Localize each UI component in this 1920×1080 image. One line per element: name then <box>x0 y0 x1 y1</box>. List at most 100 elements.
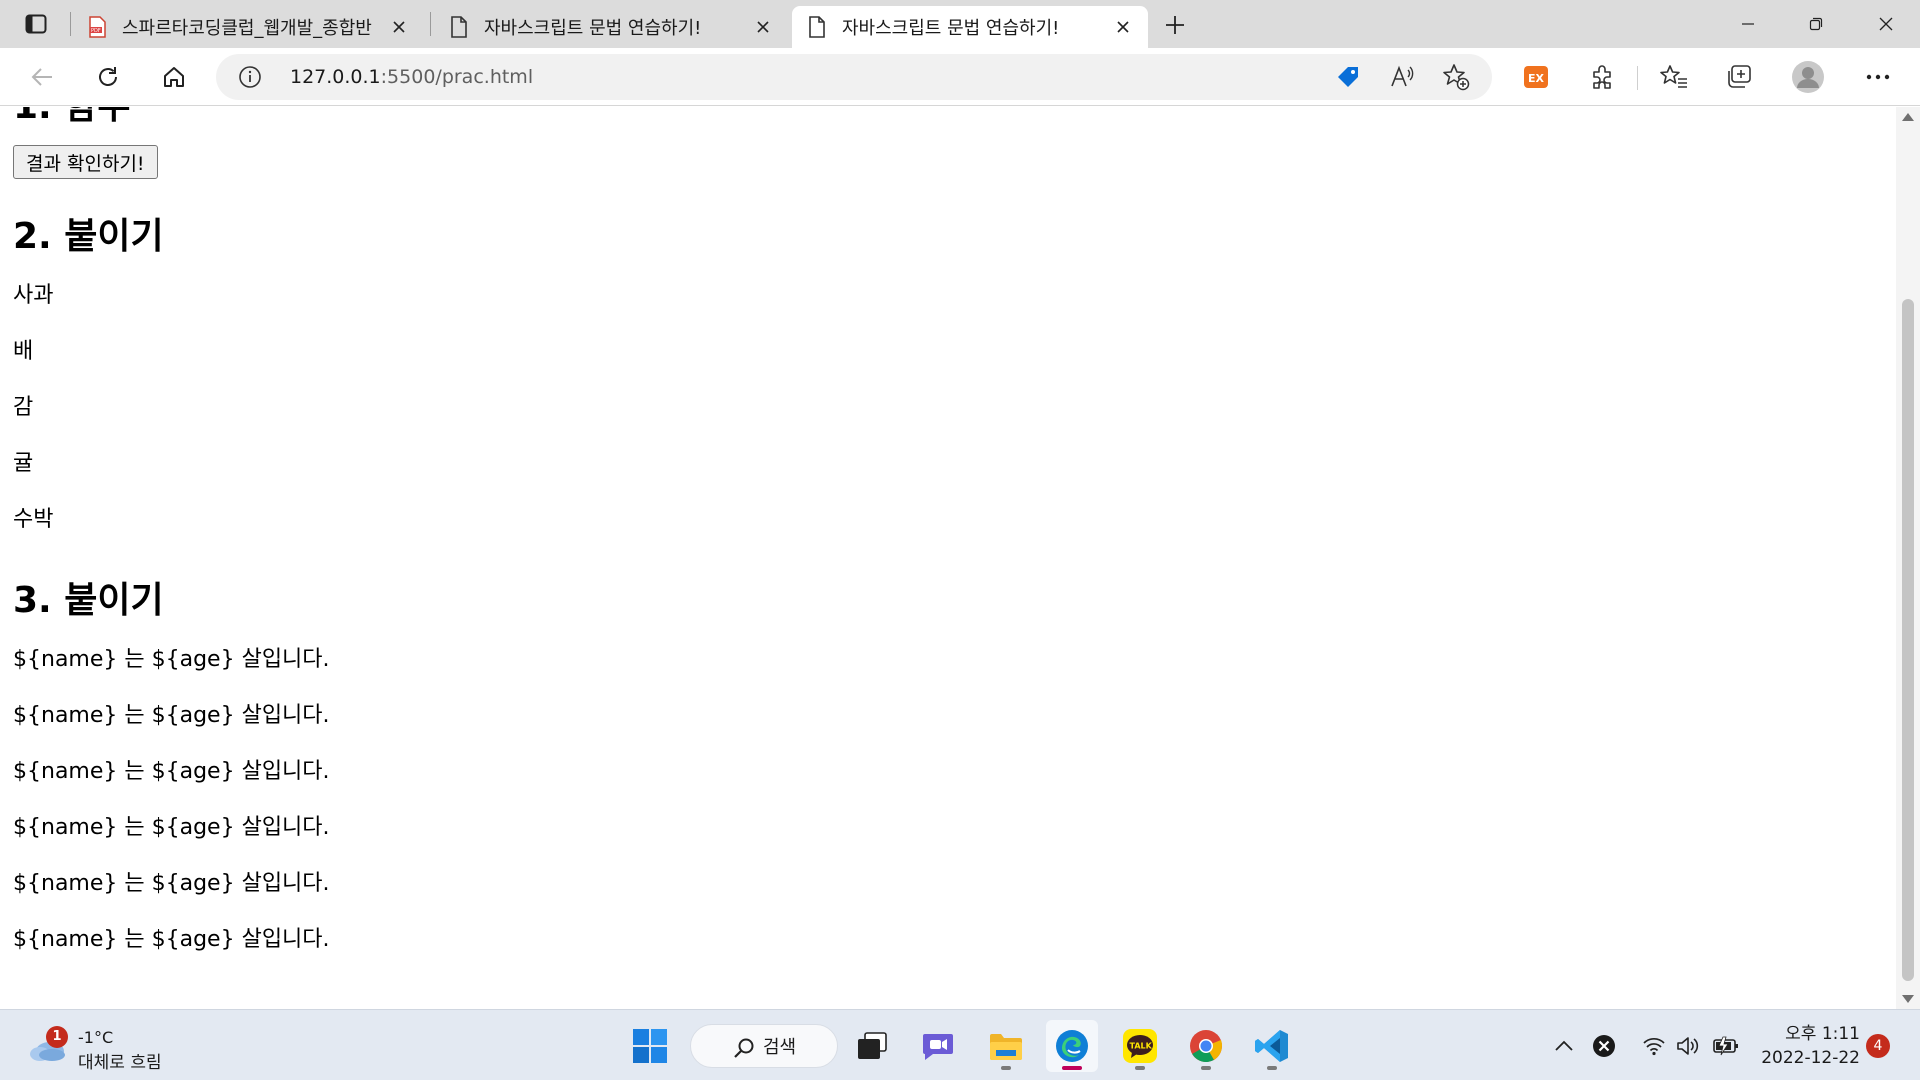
reload-button[interactable] <box>90 59 126 95</box>
kakaotalk-icon: TALK <box>1123 1029 1157 1063</box>
edge-icon <box>1056 1030 1088 1062</box>
vertical-scrollbar[interactable] <box>1896 107 1920 1009</box>
collections-button[interactable] <box>1722 59 1758 95</box>
svg-text:TALK: TALK <box>1130 1042 1153 1051</box>
close-icon[interactable] <box>1112 16 1134 38</box>
fruit-item: 사과 <box>13 283 54 308</box>
teams-chat-button[interactable] <box>912 1020 964 1072</box>
favorites-icon <box>1660 65 1687 88</box>
close-icon[interactable] <box>388 16 410 38</box>
chevron-up-icon <box>1555 1040 1573 1051</box>
windows-logo-icon <box>633 1029 667 1063</box>
scroll-down-arrow-icon[interactable] <box>1902 995 1914 1003</box>
tab-separator <box>70 12 71 36</box>
weather-description: 대체로 흐림 <box>78 1053 162 1073</box>
edge-browser-button[interactable] <box>1046 1020 1098 1072</box>
shopping-tag-button[interactable] <box>1334 63 1362 91</box>
svg-text:EX: EX <box>1528 72 1545 85</box>
url-host: 127.0.0.1 <box>290 66 381 88</box>
search-label: 검색 <box>763 1037 797 1058</box>
minimize-button[interactable] <box>1714 0 1782 48</box>
fruit-item: 수박 <box>13 507 54 532</box>
restore-button[interactable] <box>1782 0 1850 48</box>
close-icon[interactable] <box>752 16 774 38</box>
folder-icon <box>990 1034 1022 1060</box>
template-line: ${name} 는 ${age} 살입니다. <box>13 647 330 672</box>
page-icon <box>448 16 470 38</box>
url-text[interactable]: 127.0.0.1:5500/prac.html <box>290 66 533 88</box>
system-clock[interactable]: 오후 1:11 2022-12-22 <box>1752 1022 1860 1070</box>
more-icon <box>1866 74 1890 80</box>
template-line: ${name} 는 ${age} 살입니다. <box>13 703 330 728</box>
avatar-icon <box>1792 61 1824 93</box>
tab-separator <box>430 12 431 36</box>
profile-button[interactable] <box>1790 59 1826 95</box>
favorites-button[interactable] <box>1656 59 1692 95</box>
chrome-button[interactable] <box>1180 1020 1232 1072</box>
back-button[interactable] <box>24 59 60 95</box>
running-indicator <box>1201 1066 1211 1070</box>
star-add-icon <box>1443 64 1470 91</box>
tab-js-practice-1[interactable]: 자바스크립트 문법 연습하기! <box>434 6 788 48</box>
page-viewport: 1. 함수 결과 확인하기! 2. 붙이기 사과 배 감 귤 수박 3. 붙이기… <box>0 107 1896 1009</box>
info-icon[interactable] <box>238 65 262 89</box>
fruit-item: 귤 <box>13 451 34 476</box>
puzzle-icon <box>1593 65 1611 89</box>
close-window-button[interactable] <box>1852 0 1920 48</box>
add-favorite-button[interactable] <box>1442 63 1470 91</box>
close-icon <box>1879 17 1893 31</box>
heading-join-1: 2. 붙이기 <box>13 216 164 257</box>
running-indicator <box>1001 1066 1011 1070</box>
page-icon <box>806 16 828 38</box>
tab-strip: PDF 스파르타코딩클럽_웹개발_종합반 자바스크립트 문법 연습하기! 자바스… <box>0 0 1920 48</box>
taskbar-search[interactable]: 검색 <box>690 1024 838 1068</box>
weather-widget[interactable]: 1 -1°C 대체로 흐림 <box>26 1024 186 1073</box>
toolbar-divider <box>1637 66 1638 90</box>
home-button[interactable] <box>156 59 192 95</box>
task-view-button[interactable] <box>846 1020 898 1072</box>
address-bar[interactable]: 127.0.0.1:5500/prac.html <box>216 54 1492 100</box>
battery-charging-icon <box>1713 1036 1738 1056</box>
reload-icon <box>99 67 117 86</box>
running-indicator <box>1135 1066 1145 1070</box>
scroll-thumb[interactable] <box>1902 299 1914 981</box>
pdf-icon: PDF <box>86 16 108 38</box>
x-circle-icon <box>1593 1035 1615 1057</box>
settings-menu-button[interactable] <box>1860 59 1896 95</box>
result-check-button[interactable]: 결과 확인하기! <box>13 145 158 179</box>
weather-temperature: -1°C <box>78 1028 114 1047</box>
show-hidden-icons-button[interactable] <box>1550 1032 1578 1060</box>
task-view-icon <box>858 1032 887 1059</box>
chat-icon <box>923 1034 953 1060</box>
volume-button[interactable] <box>1674 1032 1702 1060</box>
battery-button[interactable] <box>1712 1032 1740 1060</box>
tray-app-button[interactable] <box>1590 1032 1618 1060</box>
price-tag-icon <box>1338 67 1358 87</box>
taskbar: 1 -1°C 대체로 흐림 검색 TALK 오후 1:11 2022-12-22… <box>0 1009 1920 1080</box>
vscode-icon <box>1255 1030 1288 1062</box>
tab-pdf[interactable]: PDF 스파르타코딩클럽_웹개발_종합반 <box>72 6 424 48</box>
file-explorer-button[interactable] <box>980 1020 1032 1072</box>
kakaotalk-button[interactable]: TALK <box>1114 1020 1166 1072</box>
extension-ex-button[interactable]: EX <box>1518 59 1554 95</box>
scroll-up-arrow-icon[interactable] <box>1902 113 1914 121</box>
extensions-button[interactable] <box>1584 59 1620 95</box>
tab-actions-button[interactable] <box>14 8 58 40</box>
fruit-item: 감 <box>13 395 34 420</box>
weather-alert-badge: 1 <box>46 1026 68 1048</box>
svg-text:PDF: PDF <box>91 28 101 34</box>
arrow-left-icon <box>31 68 52 86</box>
chrome-icon <box>1190 1030 1223 1063</box>
template-line: ${name} 는 ${age} 살입니다. <box>13 815 330 840</box>
browser-toolbar: 127.0.0.1:5500/prac.html EX <box>0 48 1920 106</box>
tab-js-practice-2[interactable]: 자바스크립트 문법 연습하기! <box>792 6 1148 48</box>
start-button[interactable] <box>624 1020 676 1072</box>
notification-badge[interactable]: 4 <box>1866 1034 1890 1058</box>
collections-icon <box>1728 65 1751 88</box>
vscode-button[interactable] <box>1246 1020 1298 1072</box>
new-tab-button[interactable] <box>1160 10 1190 40</box>
read-aloud-button[interactable] <box>1388 63 1416 91</box>
search-icon <box>734 1038 754 1058</box>
minimize-icon <box>1742 23 1754 25</box>
network-button[interactable] <box>1640 1032 1668 1060</box>
